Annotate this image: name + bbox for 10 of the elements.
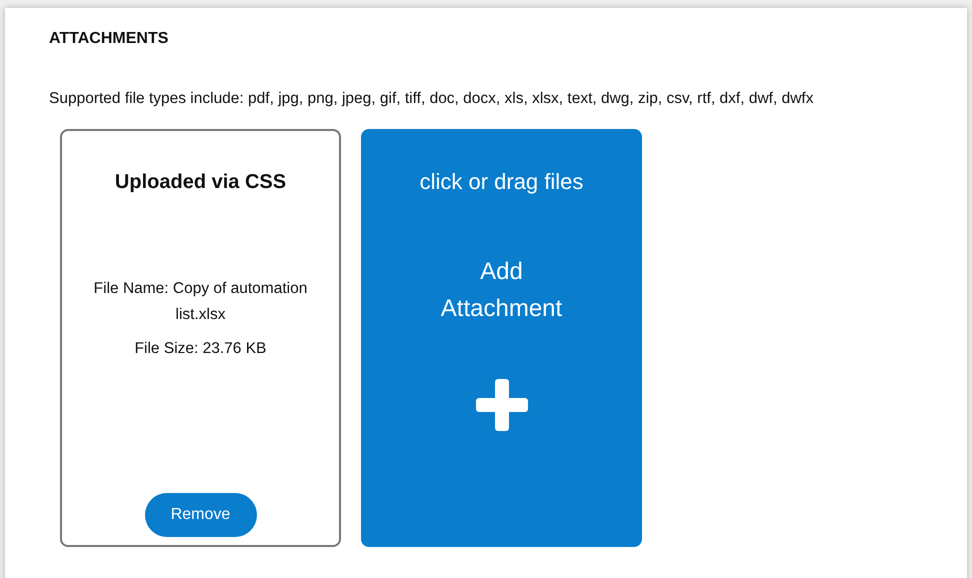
add-attachment-label: Add Attachment bbox=[440, 257, 564, 324]
file-size-text: File Size: 23.76 KB bbox=[134, 340, 266, 358]
attachment-title: Uploaded via CSS bbox=[114, 171, 286, 194]
remove-button[interactable]: Remove bbox=[144, 493, 256, 537]
upload-dropzone[interactable]: click or drag files Add Attachment bbox=[361, 129, 642, 547]
supported-types-text: Supported file types include: pdf, jpg, png, jpeg, gif, tiff, doc, docx, xls, xlsx, text, dwg, zip, csv, rtf, dxf, dwf, dwfx bbox=[49, 90, 814, 108]
section-title: ATTACHMENTS bbox=[49, 30, 170, 48]
file-name-text: File Name: Copy of automation list.xlsx bbox=[92, 279, 308, 325]
plus-icon bbox=[476, 379, 528, 431]
upload-hint: click or drag files bbox=[420, 169, 584, 195]
